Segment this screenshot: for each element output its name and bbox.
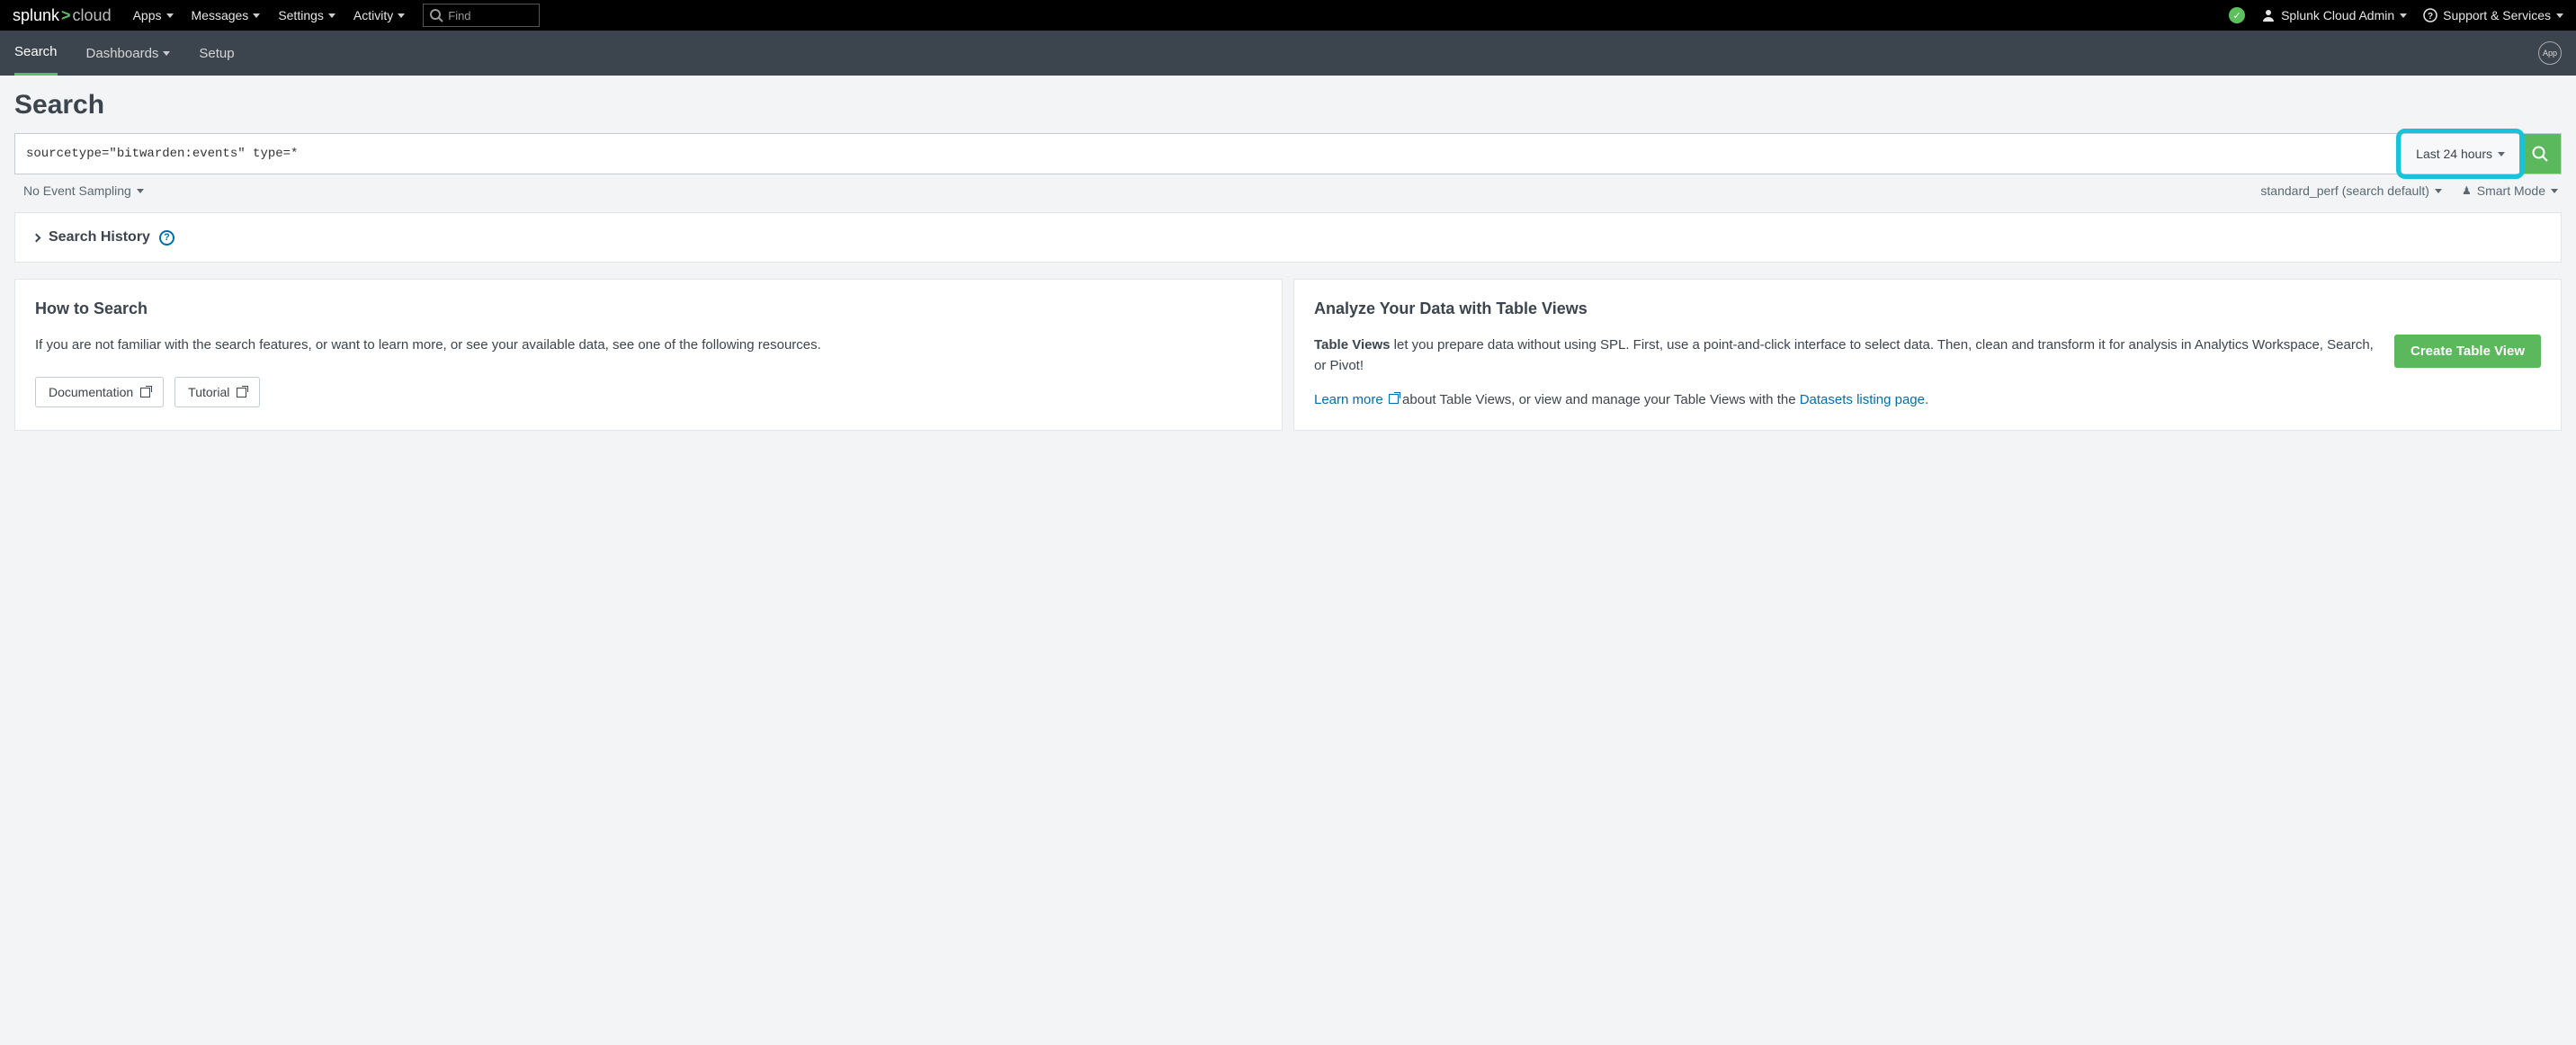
how-to-search-card: How to Search If you are not familiar wi… bbox=[14, 279, 1283, 431]
page-title: Search bbox=[14, 90, 2562, 121]
tutorial-button[interactable]: Tutorial bbox=[174, 377, 260, 407]
support-label: Support & Services bbox=[2443, 8, 2551, 22]
page-body: Search Last 24 hours No Event Sampling s… bbox=[0, 76, 2576, 445]
search-history-panel: Search History ? bbox=[14, 212, 2562, 263]
logo-text-cloud: cloud bbox=[73, 6, 112, 25]
find-input[interactable]: Find bbox=[423, 4, 540, 27]
chevron-down-icon bbox=[137, 189, 144, 193]
support-menu[interactable]: ? Support & Services bbox=[2423, 8, 2563, 22]
tab-setup[interactable]: Setup bbox=[199, 31, 234, 76]
search-button[interactable] bbox=[2519, 134, 2561, 174]
chevron-down-icon bbox=[2400, 13, 2407, 18]
documentation-button[interactable]: Documentation bbox=[35, 377, 164, 407]
app-nav: Search Dashboards Setup App bbox=[0, 31, 2576, 76]
user-menu[interactable]: Splunk Cloud Admin bbox=[2261, 8, 2407, 22]
chevron-down-icon bbox=[2556, 13, 2563, 18]
learn-more-link[interactable]: Learn more bbox=[1314, 392, 1399, 407]
card-title: How to Search bbox=[35, 299, 1262, 318]
search-icon bbox=[429, 8, 443, 22]
search-bar: Last 24 hours bbox=[14, 133, 2562, 174]
time-range-picker[interactable]: Last 24 hours bbox=[2401, 134, 2519, 174]
svg-text:?: ? bbox=[2428, 12, 2433, 22]
workload-pool-dropdown[interactable]: standard_perf (search default) bbox=[2260, 183, 2442, 198]
menu-messages[interactable]: Messages bbox=[192, 8, 261, 22]
search-icon bbox=[2531, 145, 2549, 163]
chevron-down-icon bbox=[2551, 189, 2558, 193]
chevron-down-icon bbox=[328, 13, 335, 18]
card-body: If you are not familiar with the search … bbox=[35, 335, 1262, 355]
external-link-icon bbox=[140, 388, 150, 397]
chevron-down-icon bbox=[2498, 152, 2505, 156]
search-input[interactable] bbox=[15, 134, 2401, 174]
menu-activity[interactable]: Activity bbox=[353, 8, 405, 22]
card-body: Table Views let you prepare data without… bbox=[1314, 335, 2378, 377]
card-links: Learn more about Table Views, or view an… bbox=[1314, 389, 2378, 410]
chevron-down-icon bbox=[166, 13, 174, 18]
user-icon bbox=[2261, 8, 2276, 22]
app-badge[interactable]: App bbox=[2538, 41, 2562, 65]
logo[interactable]: splunk > cloud bbox=[13, 6, 112, 25]
global-nav: splunk > cloud Apps Messages Settings Ac… bbox=[0, 0, 2576, 31]
search-history-toggle[interactable]: Search History ? bbox=[33, 229, 2543, 246]
search-options-row: No Event Sampling standard_perf (search … bbox=[14, 174, 2562, 198]
chevron-down-icon bbox=[163, 51, 170, 56]
tab-search[interactable]: Search bbox=[14, 31, 58, 76]
create-table-view-button[interactable]: Create Table View bbox=[2394, 335, 2541, 368]
search-mode-dropdown[interactable]: ♟ Smart Mode bbox=[2462, 183, 2558, 198]
health-status-icon[interactable]: ✓ bbox=[2229, 7, 2245, 23]
time-range-label: Last 24 hours bbox=[2416, 147, 2492, 161]
search-history-label: Search History bbox=[49, 229, 150, 246]
chevron-down-icon bbox=[398, 13, 405, 18]
tab-dashboards[interactable]: Dashboards bbox=[86, 31, 171, 76]
logo-text-main: splunk bbox=[13, 6, 59, 25]
card-title: Analyze Your Data with Table Views bbox=[1314, 299, 2541, 318]
help-icon[interactable]: ? bbox=[159, 230, 174, 246]
info-cards: How to Search If you are not familiar wi… bbox=[14, 279, 2562, 431]
chevron-down-icon bbox=[253, 13, 260, 18]
external-link-icon bbox=[237, 388, 246, 397]
datasets-listing-link[interactable]: Datasets listing page. bbox=[1800, 392, 1928, 407]
top-right: ✓ Splunk Cloud Admin ? Support & Service… bbox=[2229, 7, 2563, 23]
chevron-down-icon bbox=[2435, 189, 2442, 193]
find-placeholder: Find bbox=[448, 9, 470, 22]
user-label: Splunk Cloud Admin bbox=[2281, 8, 2394, 22]
chevron-right-icon bbox=[32, 233, 41, 242]
logo-chevron-icon: > bbox=[61, 6, 71, 25]
table-views-card: Analyze Your Data with Table Views Table… bbox=[1293, 279, 2562, 431]
menu-settings[interactable]: Settings bbox=[278, 8, 335, 22]
top-menu: Apps Messages Settings Activity bbox=[133, 8, 406, 22]
external-link-icon bbox=[1389, 394, 1399, 404]
menu-apps[interactable]: Apps bbox=[133, 8, 174, 22]
help-icon: ? bbox=[2423, 8, 2437, 22]
lightbulb-icon: ♟ bbox=[2462, 184, 2472, 197]
event-sampling-dropdown[interactable]: No Event Sampling bbox=[23, 183, 144, 198]
